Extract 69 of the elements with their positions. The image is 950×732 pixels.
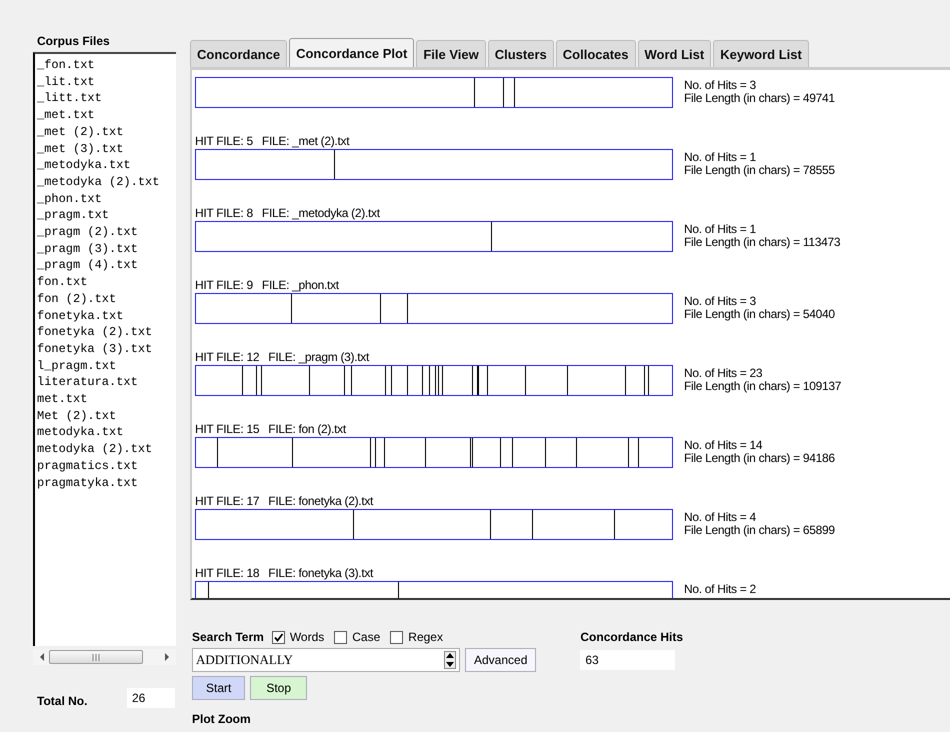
file-list-item[interactable]: _pragm (4).txt [35, 257, 176, 274]
total-field: 26 [127, 688, 175, 708]
checkbox-label: Words [290, 630, 324, 644]
hit-file-label: HIT FILE: 9 FILE: _phon.txt [195, 278, 340, 293]
file-list-item[interactable]: _met.txt [35, 107, 176, 124]
hit-file-label: HIT FILE: 17 FILE: fonetyka (2).txt [195, 494, 374, 509]
file-list-item[interactable]: fonetyka.txt [35, 308, 176, 324]
file-list-item[interactable]: fon.txt [35, 274, 176, 291]
hits-count-text: No. of Hits = 3 [684, 295, 757, 308]
file-list-item[interactable]: literatura.txt [35, 374, 176, 392]
file-list-item[interactable]: fon (2).txt [35, 290, 176, 308]
tab[interactable]: Keyword List [713, 40, 809, 67]
file-list-item[interactable]: _pragm (2).txt [35, 224, 176, 241]
advanced-button[interactable]: Advanced [465, 648, 536, 672]
file-length-text: File Length (in chars) = 65899 [684, 524, 835, 537]
file-list-item[interactable]: metodyka.txt [35, 424, 176, 442]
file-length-text: File Length (in chars) = 49741 [684, 92, 835, 105]
tab[interactable]: Concordance [190, 40, 288, 67]
file-length-text: File Length (in chars) = 78555 [684, 164, 835, 177]
file-list-item[interactable]: met.txt [35, 391, 176, 408]
tab[interactable]: Clusters [488, 40, 554, 67]
file-list-item[interactable]: _fon.txt [35, 57, 176, 74]
hits-count-text: No. of Hits = 1 [684, 151, 757, 164]
file-list-item[interactable]: _metodyka (2).txt [35, 174, 176, 191]
search-term-label: Search Term [192, 630, 264, 644]
tab[interactable]: Word List [638, 40, 712, 67]
file-length-text: File Length (in chars) = 109137 [684, 380, 842, 393]
file-list-item[interactable]: pragmatics.txt [35, 458, 176, 475]
hit-file-label: HIT FILE: 8 FILE: _metodyka (2).txt [195, 206, 381, 221]
file-length-text: File Length (in chars) = 54040 [684, 308, 835, 321]
concordance-hits-label: Concordance Hits [580, 630, 684, 644]
file-list-item[interactable]: pragmatyka.txt [35, 474, 176, 492]
file-length-text: File Length (in chars) = 94186 [684, 452, 835, 465]
checkbox-label: Regex [408, 630, 443, 644]
file-list-item[interactable]: _met (2).txt [35, 124, 176, 141]
concordance-hits-field: 63 [580, 650, 676, 670]
hits-count-text: No. of Hits = 3 [684, 79, 757, 92]
plot-zoom-label: Plot Zoom [192, 712, 252, 726]
hit-file-label: HIT FILE: 5 FILE: _met (2).txt [195, 134, 350, 149]
hits-count-text: No. of Hits = 23 [684, 367, 764, 380]
file-list-item[interactable]: _metodyka.txt [35, 157, 176, 174]
file-list-item[interactable]: fonetyka (2).txt [35, 324, 176, 341]
checkbox-label: Case [352, 630, 380, 644]
hit-file-label: HIT FILE: 12 FILE: _pragm (3).txt [195, 350, 370, 365]
stop-button[interactable]: Stop [250, 676, 308, 700]
search-term-field[interactable]: ADDITIONALLY [192, 648, 460, 672]
file-list-item[interactable]: _pragm.txt [35, 207, 176, 224]
file-list-item[interactable]: l_pragm.txt [35, 358, 176, 374]
file-list-item[interactable]: fonetyka (3).txt [35, 340, 176, 358]
tab[interactable]: File View [416, 40, 486, 67]
file-length-text: File Length (in chars) = 113473 [684, 236, 840, 249]
hits-count-text: No. of Hits = 4 [684, 511, 757, 524]
tab[interactable]: Concordance Plot [289, 38, 414, 67]
start-button[interactable]: Start [192, 676, 246, 700]
hit-file-label: HIT FILE: 15 FILE: fon (2).txt [195, 422, 348, 437]
hits-count-text: No. of Hits = 2 [684, 583, 756, 596]
file-list-item[interactable]: _met (3).txt [35, 140, 176, 158]
file-list-item[interactable]: _phon.txt [35, 190, 176, 208]
hit-file-label: HIT FILE: 18 FILE: fonetyka (3).txt [195, 566, 374, 581]
file-list-item[interactable]: metodyka (2).txt [35, 441, 176, 458]
hits-count-text: No. of Hits = 14 [684, 439, 764, 452]
tab[interactable]: Collocates [556, 40, 636, 67]
total-label: Total No. [37, 694, 88, 708]
corpus-files-label: Corpus Files [37, 34, 111, 48]
file-list-item[interactable]: Met (2).txt [35, 408, 176, 424]
file-list-item[interactable]: _lit.txt [35, 74, 176, 90]
file-list-item[interactable]: _pragm (3).txt [35, 240, 176, 258]
file-list-item[interactable]: _litt.txt [35, 90, 176, 108]
hits-count-text: No. of Hits = 1 [684, 223, 757, 236]
